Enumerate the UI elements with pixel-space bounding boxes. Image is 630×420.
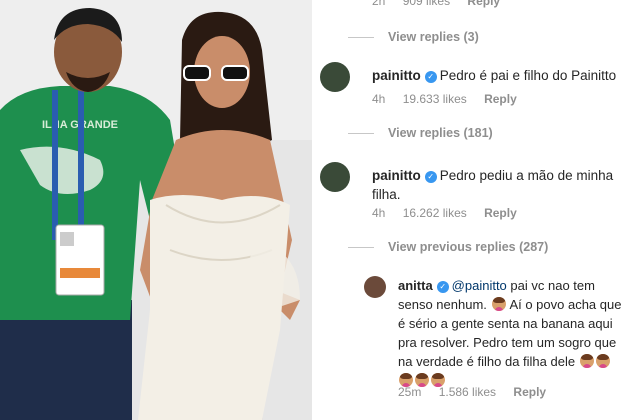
comments-panel: 2h 909 likes Reply View replies (3) pain… (312, 0, 630, 420)
comment-text: painitto ✓ Pedro é pai e filho do Painitto (372, 68, 617, 83)
woman-facepalming-emoji-icon (491, 297, 506, 311)
reply-button[interactable]: Reply (513, 385, 546, 399)
user-avatar[interactable] (364, 276, 386, 298)
view-previous-replies-button[interactable]: View previous replies (287) (348, 240, 548, 254)
reply-button[interactable]: Reply (484, 206, 517, 220)
comment-text: anitta ✓ @painitto pai vc nao tem senso ne… (398, 276, 622, 390)
comment-meta: 4h 19.633 likes Reply (372, 92, 531, 106)
user-avatar[interactable] (320, 62, 350, 92)
post-photo: ILHA GRANDE (0, 0, 312, 420)
verified-badge-icon: ✓ (436, 281, 449, 293)
verified-badge-icon: ✓ (424, 171, 437, 183)
comment-meta: 25m 1.586 likes Reply (398, 385, 560, 399)
comment-item: painitto ✓ Pedro pediu a mão de minha filh… (320, 162, 624, 206)
woman-facepalming-emoji-icon (579, 354, 594, 368)
username[interactable]: painitto (372, 68, 421, 83)
view-replies-button[interactable]: View replies (181) (348, 126, 493, 140)
username[interactable]: anitta (398, 278, 433, 293)
like-count: 16.262 likes (402, 206, 467, 220)
comment-text: painitto ✓ Pedro pediu a mão de minha filh… (372, 168, 614, 202)
comment-time: 25m (398, 385, 422, 399)
comment-time: 2h (372, 0, 386, 8)
thread-line (348, 37, 374, 39)
view-replies-button[interactable]: View replies (3) (348, 30, 479, 44)
thread-line (348, 247, 374, 249)
comment-time: 4h (372, 92, 386, 106)
comment-meta: 4h 16.262 likes Reply (372, 206, 531, 220)
mention-link[interactable]: @painitto (452, 278, 507, 293)
thread-line (348, 133, 374, 135)
top-comment-meta: 2h 909 likes Reply (372, 0, 514, 8)
user-avatar[interactable] (320, 162, 350, 192)
reply-button[interactable]: Reply (467, 0, 500, 8)
username[interactable]: painitto (372, 168, 421, 183)
like-count: 19.633 likes (402, 92, 467, 106)
verified-badge-icon: ✓ (424, 71, 437, 83)
woman-facepalming-emoji-icon (595, 354, 610, 368)
like-count: 909 likes (402, 0, 451, 8)
photo-illustration: ILHA GRANDE (0, 0, 312, 420)
reply-button[interactable]: Reply (484, 92, 517, 106)
comment-time: 4h (372, 206, 386, 220)
like-count: 1.586 likes (438, 385, 497, 399)
comment-reply-item: anitta ✓ @painitto pai vc nao tem senso ne… (364, 276, 626, 388)
